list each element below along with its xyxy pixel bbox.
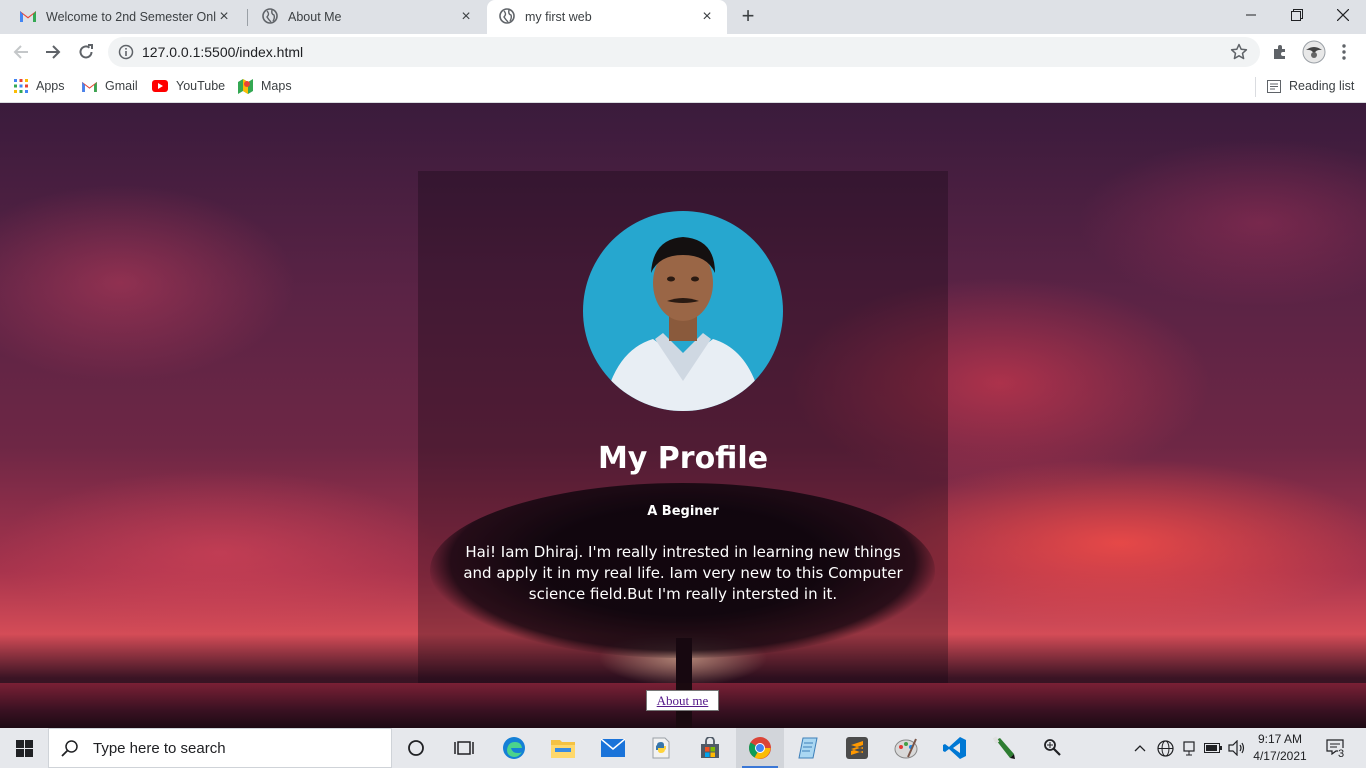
profile-avatar[interactable] (1302, 40, 1326, 64)
paint-icon[interactable] (882, 728, 930, 768)
bookmark-label: YouTube (176, 79, 226, 93)
page-subtitle: A Beginer (647, 504, 719, 519)
tab-about-me[interactable]: About Me × (250, 0, 486, 34)
bookmark-maps[interactable]: Maps (238, 76, 292, 96)
address-bar[interactable]: 127.0.0.1:5500/index.html (108, 37, 1260, 67)
profile-photo (583, 211, 783, 411)
bookmark-label: Maps (261, 79, 292, 93)
bookmark-label: Apps (36, 79, 65, 93)
about-me-link[interactable]: About me (657, 693, 709, 709)
browser-toolbar: 127.0.0.1:5500/index.html (0, 34, 1366, 70)
about-me-button[interactable]: About me (646, 690, 719, 711)
magnifier-icon[interactable] (1028, 728, 1076, 768)
reading-list-button[interactable]: Reading list (1267, 76, 1354, 96)
tab-title: my first web (525, 10, 592, 24)
windows-taskbar: Type here to search 9:17 AM 4/17/2021 3 (0, 728, 1366, 768)
tab-title: Welcome to 2nd Semester Online (46, 10, 216, 24)
start-button[interactable] (0, 728, 48, 768)
bookmark-gmail[interactable]: Gmail (82, 76, 138, 96)
action-center-button[interactable]: 3 (1316, 728, 1356, 768)
profile-card: My Profile A Beginer Hai! Iam Dhiraj. I'… (418, 171, 948, 711)
reload-icon (79, 44, 93, 59)
notification-count: 3 (1338, 748, 1345, 760)
close-icon[interactable]: × (216, 9, 232, 25)
bookmark-star-icon[interactable] (1230, 43, 1248, 66)
extensions-icon[interactable] (1270, 42, 1290, 62)
tab-title: About Me (288, 10, 342, 24)
cortana-icon[interactable] (392, 728, 440, 768)
mail-icon[interactable] (589, 728, 637, 768)
tab-gmail[interactable]: Welcome to 2nd Semester Online × (8, 0, 244, 34)
minimize-button[interactable] (1228, 0, 1274, 30)
reload-button[interactable] (72, 38, 100, 66)
info-icon[interactable] (118, 44, 134, 65)
globe-icon (499, 7, 515, 27)
bookmark-apps[interactable]: Apps (14, 76, 65, 96)
page-title: My Profile (597, 441, 769, 476)
search-icon (61, 739, 79, 757)
edge-icon[interactable] (490, 728, 538, 768)
maps-icon (238, 78, 253, 94)
apps-grid-icon (14, 79, 28, 93)
search-placeholder: Type here to search (93, 739, 226, 757)
url-text: 127.0.0.1:5500/index.html (142, 44, 304, 60)
bookmark-youtube[interactable]: YouTube (152, 76, 225, 96)
youtube-icon (152, 80, 168, 92)
show-hidden-icons[interactable] (1130, 728, 1150, 768)
bio-paragraph: Hai! Iam Dhiraj. I'm really intrested in… (463, 543, 903, 603)
forward-arrow-icon (46, 45, 61, 59)
gmail-icon (82, 81, 97, 92)
windows-logo-icon (15, 739, 33, 757)
tab-my-first-web[interactable]: my first web × (487, 0, 727, 34)
reading-list-label: Reading list (1289, 79, 1355, 93)
tab-strip: Welcome to 2nd Semester Online × About M… (0, 0, 1366, 34)
back-button[interactable] (7, 38, 35, 66)
bookmark-label: Gmail (105, 79, 138, 93)
python-icon[interactable] (637, 728, 685, 768)
forward-button[interactable] (39, 38, 67, 66)
chrome-icon[interactable] (736, 728, 784, 768)
page-viewport: My Profile A Beginer Hai! Iam Dhiraj. I'… (0, 103, 1366, 728)
gmail-icon (20, 10, 36, 25)
task-view-icon[interactable] (440, 728, 488, 768)
network-icon[interactable] (1180, 728, 1198, 768)
close-window-button[interactable] (1320, 0, 1366, 30)
store-icon[interactable] (686, 728, 734, 768)
globe-icon (262, 7, 278, 27)
marker-icon[interactable] (980, 728, 1028, 768)
vscode-icon[interactable] (931, 728, 979, 768)
notepad-icon[interactable] (784, 728, 832, 768)
bookmarks-bar: Apps Gmail YouTube Maps Reading list (0, 70, 1366, 103)
taskbar-search[interactable]: Type here to search (48, 728, 392, 768)
close-icon[interactable]: × (458, 9, 474, 25)
clock-date: 4/17/2021 (1253, 749, 1307, 763)
new-tab-button[interactable]: + (736, 5, 760, 29)
reading-list-icon (1267, 79, 1281, 93)
restore-button[interactable] (1274, 0, 1320, 30)
language-icon[interactable] (1154, 728, 1176, 768)
close-icon[interactable]: × (699, 9, 715, 25)
volume-icon[interactable] (1226, 728, 1248, 768)
tab-separator (247, 9, 248, 26)
system-clock[interactable]: 9:17 AM 4/17/2021 (1250, 731, 1310, 765)
sublime-icon[interactable] (833, 728, 881, 768)
menu-kebab-icon[interactable] (1334, 42, 1354, 62)
bookmarks-separator (1255, 77, 1256, 97)
battery-icon[interactable] (1202, 728, 1224, 768)
file-explorer-icon[interactable] (539, 728, 587, 768)
clock-time: 9:17 AM (1257, 732, 1303, 746)
back-arrow-icon (13, 45, 28, 59)
